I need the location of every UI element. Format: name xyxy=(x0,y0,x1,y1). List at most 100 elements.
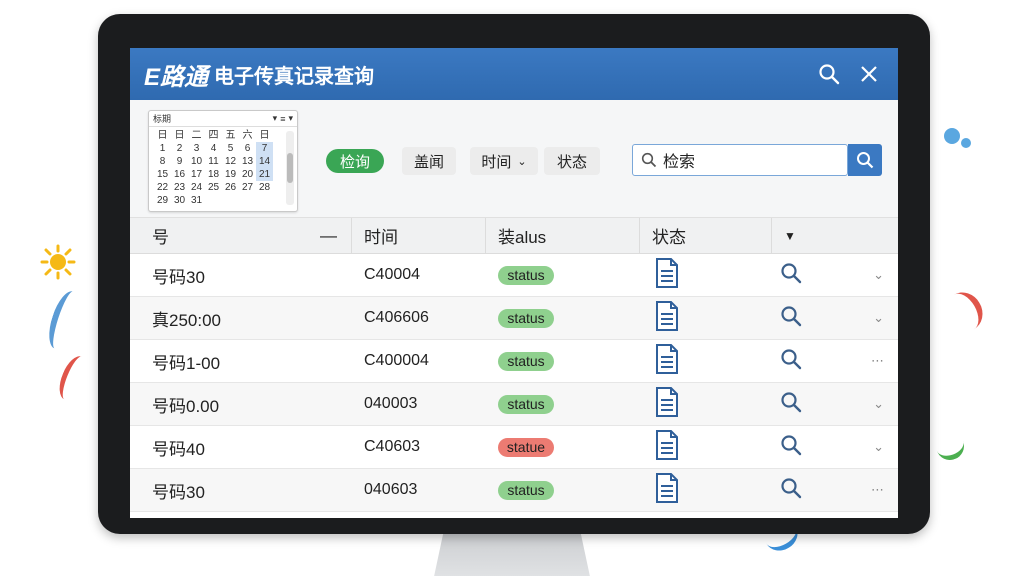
fax-number-cell: 号码40 xyxy=(152,439,205,459)
calendar-day[interactable]: 15 xyxy=(154,168,171,181)
search-icon[interactable] xyxy=(814,59,844,89)
search-icon xyxy=(641,152,657,168)
column-header-time[interactable]: 时间 xyxy=(352,218,486,253)
column-header-number[interactable]: 号 — xyxy=(130,218,352,253)
sort-down-icon[interactable]: ▼ xyxy=(784,229,796,243)
filter-chip[interactable]: 盖闻 xyxy=(402,147,456,175)
window-title: 电子传真记录查询 xyxy=(214,65,375,88)
calendar-day[interactable]: 28 xyxy=(256,181,273,194)
view-search-icon[interactable] xyxy=(780,348,802,375)
calendar-day[interactable]: 四 xyxy=(205,129,222,142)
actions-cell: ⌄ xyxy=(772,383,898,425)
column-header-status-en[interactable]: 装alus xyxy=(486,218,640,253)
calendar-day[interactable]: 3 xyxy=(188,142,205,155)
calendar-day[interactable]: 6 xyxy=(239,142,256,155)
calendar-day[interactable]: 7 xyxy=(256,142,273,155)
more-icon[interactable]: ⋯ xyxy=(871,482,884,498)
column-header-actions[interactable]: ▼ xyxy=(772,218,898,253)
search-icon xyxy=(857,152,874,169)
document-icon[interactable] xyxy=(654,300,680,336)
view-search-icon[interactable] xyxy=(780,262,802,289)
table-row[interactable]: 号码30 040603 status ⋯ xyxy=(130,469,898,512)
calendar-day[interactable]: 8 xyxy=(154,155,171,168)
calendar-day[interactable]: 17 xyxy=(188,168,205,181)
fax-number-cell: 真250:00 xyxy=(152,310,221,330)
document-icon[interactable] xyxy=(654,429,680,465)
date-picker[interactable]: 标期 ▾ ≡ ▾ 日日二四五六日 1 2 3 4 5 6 7 8 9 10 11 12 13 14 15 16 1… xyxy=(148,110,298,212)
time-cell: C40603 xyxy=(364,438,421,455)
calendar-day[interactable]: 日 xyxy=(154,129,171,142)
calendar-day[interactable]: 13 xyxy=(239,155,256,168)
actions-cell: ⌄ xyxy=(772,254,898,296)
calendar-day[interactable]: 23 xyxy=(171,181,188,194)
calendar-day[interactable]: 11 xyxy=(205,155,222,168)
status-badge: status xyxy=(498,394,554,414)
close-icon[interactable] xyxy=(854,59,884,89)
actions-cell: ⌄ xyxy=(772,297,898,339)
search-button[interactable] xyxy=(848,144,882,176)
table-row[interactable]: 号码0.00 040003 status ⌄ xyxy=(130,383,898,426)
query-button[interactable]: 检询 xyxy=(326,149,384,173)
calendar-day[interactable]: 9 xyxy=(171,155,188,168)
chevron-down-icon[interactable]: ⌄ xyxy=(873,310,884,326)
view-search-icon[interactable] xyxy=(780,305,802,332)
calendar-day[interactable]: 12 xyxy=(222,155,239,168)
menu-icon[interactable]: ≡ xyxy=(280,114,285,124)
calendar-day[interactable]: 22 xyxy=(154,181,171,194)
time-filter-dropdown[interactable]: 时间 ⌄ xyxy=(470,147,538,175)
calendar-day[interactable]: 5 xyxy=(222,142,239,155)
calendar-day[interactable]: 4 xyxy=(205,142,222,155)
calendar-day[interactable]: 1 xyxy=(154,142,171,155)
app-window: E路通 电子传真记录查询 标期 ▾ ≡ ▾ 日日二四五六日 1 2 3 4 5 6 7 8 9 10… xyxy=(130,48,898,518)
calendar-day[interactable]: 五 xyxy=(222,129,239,142)
table-body: 号码30 C40004 status ⌄ 真250:00 C406606 status ⌄ 号码… xyxy=(130,254,898,512)
calendar-day[interactable]: 日 xyxy=(171,129,188,142)
table-row[interactable]: 真250:00 C406606 status ⌄ xyxy=(130,297,898,340)
calendar-day[interactable]: 六 xyxy=(239,129,256,142)
more-icon[interactable]: ⋯ xyxy=(871,353,884,369)
view-search-icon[interactable] xyxy=(780,477,802,504)
document-icon[interactable] xyxy=(654,343,680,379)
calendar-day[interactable]: 日 xyxy=(256,129,273,142)
view-search-icon[interactable] xyxy=(780,434,802,461)
calendar-day[interactable]: 16 xyxy=(171,168,188,181)
view-search-icon[interactable] xyxy=(780,391,802,418)
status-cell: status xyxy=(486,383,640,425)
calendar-day[interactable]: 24 xyxy=(188,181,205,194)
status-filter-chip[interactable]: 状态 xyxy=(544,147,600,175)
chevron-down-icon[interactable]: ▾ xyxy=(273,113,278,124)
table-row[interactable]: 号码30 C40004 status ⌄ xyxy=(130,254,898,297)
document-icon[interactable] xyxy=(654,257,680,293)
calendar-day[interactable]: 2 xyxy=(171,142,188,155)
status-cell: status xyxy=(486,469,640,511)
calendar-scrollbar[interactable] xyxy=(286,131,294,205)
bubbles-decoration-icon xyxy=(944,128,971,148)
calendar-day[interactable]: 27 xyxy=(239,181,256,194)
document-icon[interactable] xyxy=(654,386,680,422)
column-header-status[interactable]: 状态 xyxy=(640,218,772,253)
chevron-down-icon[interactable]: ⌄ xyxy=(873,439,884,455)
calendar-day[interactable]: 21 xyxy=(256,168,273,181)
minus-icon[interactable]: — xyxy=(320,226,337,246)
chevron-down-icon[interactable]: ⌄ xyxy=(873,267,884,283)
calendar-day[interactable]: 25 xyxy=(205,181,222,194)
calendar-day[interactable]: 14 xyxy=(256,155,273,168)
table-row[interactable]: 号码1-00 C400004 status ⋯ xyxy=(130,340,898,383)
calendar-day[interactable]: 19 xyxy=(222,168,239,181)
document-icon[interactable] xyxy=(654,472,680,508)
calendar-day[interactable]: 31 xyxy=(188,194,205,207)
calendar-day[interactable]: 26 xyxy=(222,181,239,194)
calendar-day[interactable]: 18 xyxy=(205,168,222,181)
calendar-day[interactable]: 29 xyxy=(154,194,171,207)
calendar-day[interactable]: 20 xyxy=(239,168,256,181)
chevron-down-icon[interactable]: ▾ xyxy=(288,113,293,124)
table-row[interactable]: 号码40 C40603 statue ⌄ xyxy=(130,426,898,469)
status-cell: status xyxy=(486,297,640,339)
search-input[interactable]: 检索 xyxy=(632,144,848,176)
calendar-day[interactable]: 二 xyxy=(188,129,205,142)
calendar-day[interactable]: 30 xyxy=(171,194,188,207)
calendar-day[interactable]: 10 xyxy=(188,155,205,168)
status-badge: statue xyxy=(498,437,554,457)
document-cell xyxy=(640,340,772,382)
chevron-down-icon[interactable]: ⌄ xyxy=(873,396,884,412)
